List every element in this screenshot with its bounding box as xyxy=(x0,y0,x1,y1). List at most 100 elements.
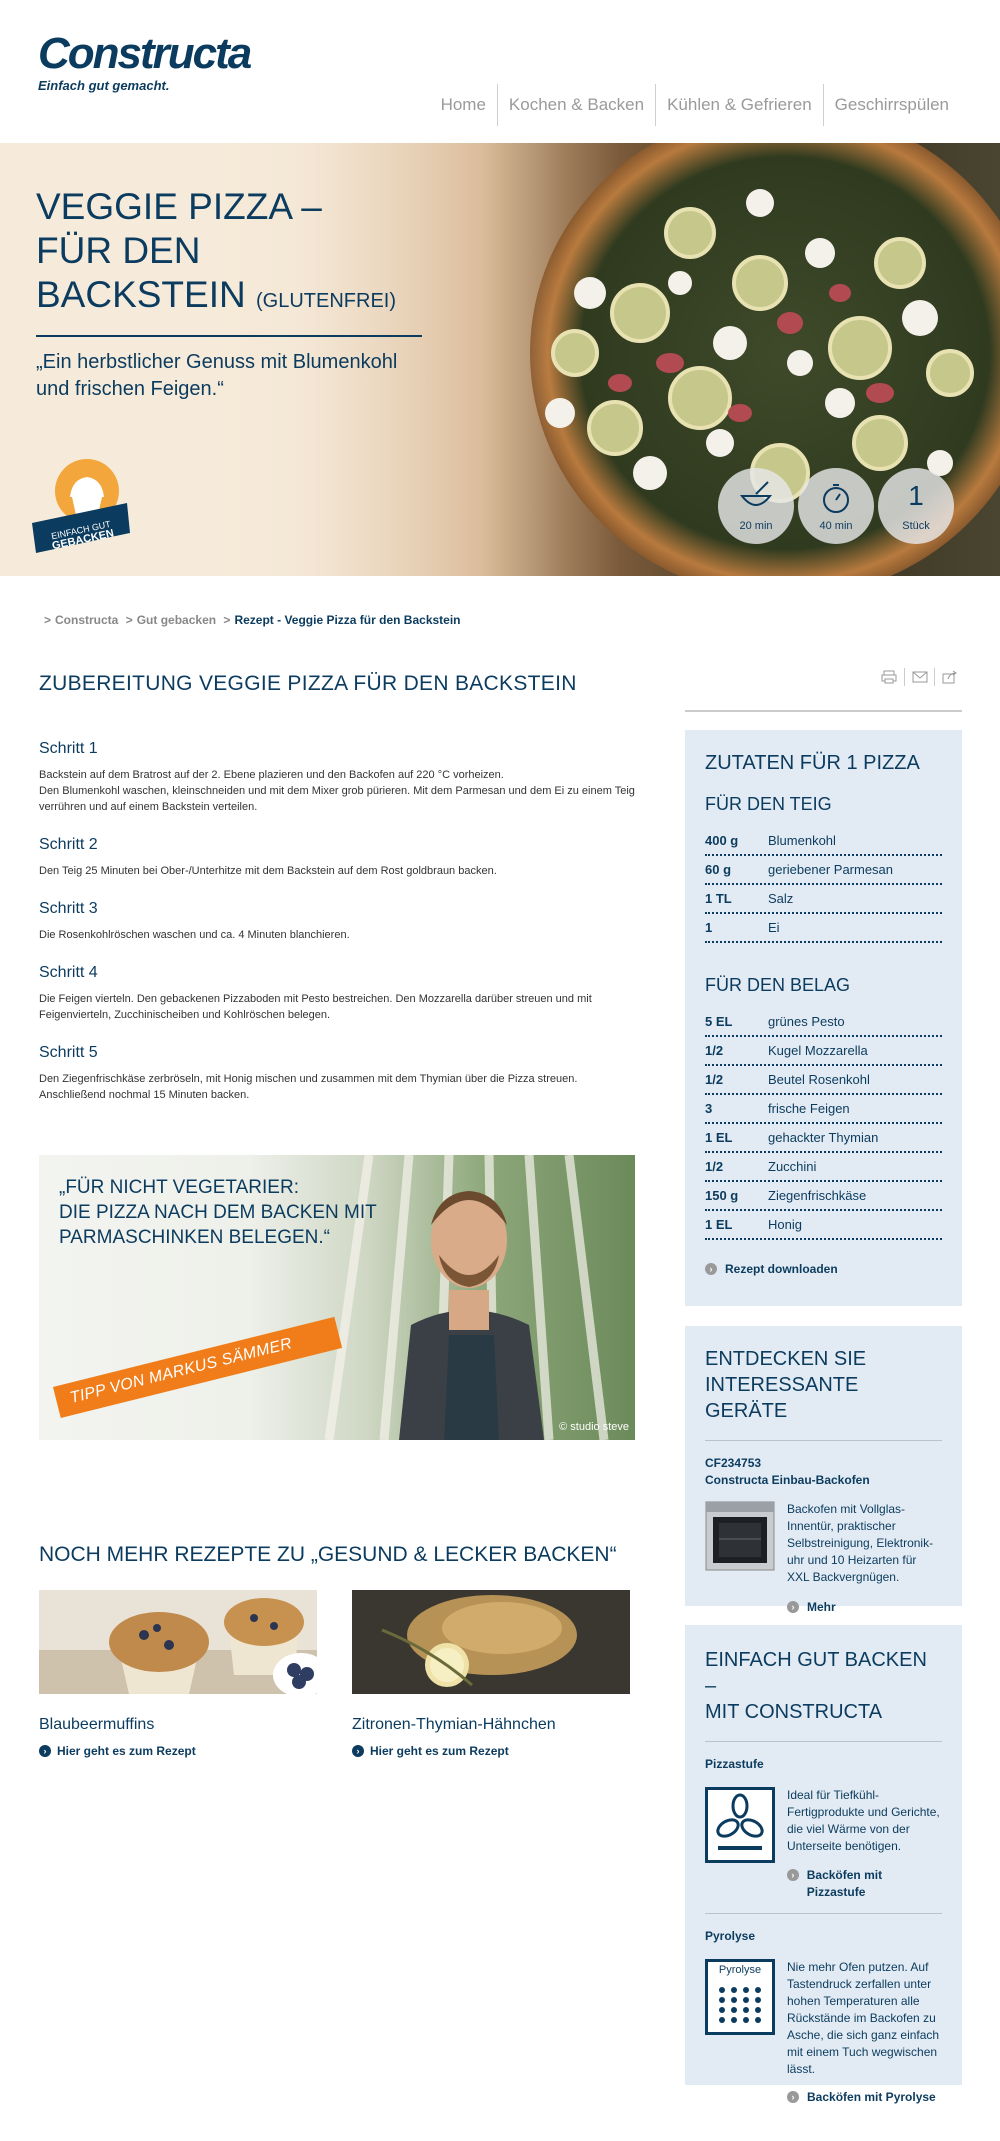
ingredient-row: 60 g geriebener Parmesan xyxy=(705,856,942,885)
ingredients-box: ZUTATEN FÜR 1 PIZZA FÜR DEN TEIG 400 g Bl… xyxy=(685,730,962,1306)
mixing-bowl-icon xyxy=(739,481,773,506)
stopwatch-icon xyxy=(823,484,849,513)
prep-time-label: 20 min xyxy=(739,520,773,532)
recipe-link-text: Hier geht es zum Rezept xyxy=(370,1744,509,1758)
logo[interactable]: Constructa Einfach gut gemacht. xyxy=(38,29,252,94)
ingredient-row: 1 EL Honig xyxy=(705,1211,942,1240)
arrow-right-icon: › xyxy=(787,1601,799,1613)
topping-title: FÜR DEN BELAG xyxy=(705,975,851,995)
step-4: Schritt 4 Die Feigen vierteln. Den gebac… xyxy=(39,964,639,1023)
tools-divider xyxy=(685,710,962,712)
download-recipe-link[interactable]: › Rezept downloaden xyxy=(705,1262,942,1276)
breadcrumb-current: Rezept - Veggie Pizza für den Backstein xyxy=(234,613,461,627)
ingredient-quantity: 1 EL xyxy=(705,1217,733,1232)
ingredient-name: gehackter Thymian xyxy=(768,1130,879,1145)
features-title-line2: MIT CONSTRUCTA xyxy=(705,1701,883,1723)
arrow-right-icon: › xyxy=(705,1263,717,1275)
prep-time-circle: 20 min xyxy=(718,468,794,544)
feature-link-text: Backöfen mit Pizzastufe xyxy=(806,1868,883,1899)
tip-quote-line2: DIE PIZZA NACH DEM BACKEN MIT xyxy=(59,1202,377,1223)
recipe-name[interactable]: Zitronen-Thymian-Hähnchen xyxy=(352,1716,630,1734)
page-tools xyxy=(864,668,964,688)
nav-geschirrspuelen[interactable]: Geschirrspülen xyxy=(822,84,960,126)
divider xyxy=(705,1440,942,1441)
ingredient-name: Zucchini xyxy=(768,1159,817,1174)
print-button[interactable] xyxy=(874,668,904,686)
logo-tagline: Einfach gut gemacht. xyxy=(38,78,170,93)
chef-tip-image: „FÜR NICHT VEGETARIER: DIE PIZZA NACH DE… xyxy=(39,1155,635,1440)
step-title: Schritt 3 xyxy=(39,900,98,917)
arrow-right-icon: › xyxy=(787,1869,799,1881)
hero-divider xyxy=(36,335,422,337)
ingredient-name: geriebener Parmesan xyxy=(768,862,894,877)
ingredient-row: 5 EL grünes Pesto xyxy=(705,1008,942,1037)
nav-home[interactable]: Home xyxy=(430,84,497,126)
feature-pyrolyse-link[interactable]: › Backöfen mit Pyrolyse xyxy=(787,2090,941,2104)
device-more-link[interactable]: › Mehr xyxy=(787,1600,941,1614)
site-header: Constructa Einfach gut gemacht. Home Koc… xyxy=(0,0,1000,143)
recipe-card-zitronen-thymian-haehnchen[interactable]: Zitronen-Thymian-Hähnchen › Hier geht es … xyxy=(352,1590,630,1758)
ingredient-quantity: 1 xyxy=(705,920,713,935)
feature-title-pizzastufe: Pizzastufe xyxy=(705,1757,764,1771)
nav-kochen-backen[interactable]: Kochen & Backen xyxy=(496,84,655,126)
step-5: Schritt 5 Den Ziegenfrischkäse zerbrösel… xyxy=(39,1044,639,1103)
devices-title: ENTDECKEN SIE INTERESSANTE GERÄTE xyxy=(705,1346,942,1424)
ingredient-name: grünes Pesto xyxy=(768,1014,845,1029)
ingredient-row: 1 TL Salz xyxy=(705,885,942,914)
chicken-image[interactable] xyxy=(352,1590,630,1694)
main-nav: Home Kochen & Backen Kühlen & Gefrieren … xyxy=(430,84,960,126)
mail-button[interactable] xyxy=(904,668,934,686)
feature-text: Ideal für Tiefkühl-Fertigprodukte und Ge… xyxy=(787,1788,940,1853)
muffin-image[interactable] xyxy=(39,1590,317,1694)
device-description: Backofen mit Vollglas-Innentür, praktisc… xyxy=(787,1501,941,1614)
hero-title-line3: BACKSTEIN (GLUTENFREI) xyxy=(36,273,436,323)
features-title-line1: EINFACH GUT BACKEN – xyxy=(705,1649,927,1697)
tip-quote-line3: PARMASCHINKEN BELEGEN.“ xyxy=(59,1227,330,1248)
einfach-gut-gebacken-badge: EINFACH GUT GEBACKEN xyxy=(32,453,132,563)
hero-title-line1: VEGGIE PIZZA – xyxy=(36,186,322,227)
ingredient-row: 400 g Blumenkohl xyxy=(705,827,942,856)
ingredient-name: Ziegenfrischkäse xyxy=(768,1188,867,1203)
device-product-name[interactable]: Constructa Einbau-Backofen xyxy=(705,1472,942,1489)
feature-pyrolyse-body: Nie mehr Ofen putzen. Auf Tastendruck ze… xyxy=(787,1959,941,2104)
step-text: Die Feigen vierteln. Den gebackenen Pizz… xyxy=(39,993,592,1021)
share-icon xyxy=(942,670,957,684)
bake-time-circle: 40 min xyxy=(798,468,874,544)
ingredient-name: Salz xyxy=(768,891,794,906)
divider xyxy=(705,1741,942,1742)
hero-title-backstein: BACKSTEIN xyxy=(36,274,246,315)
ingredient-name: frische Feigen xyxy=(768,1101,850,1116)
arrow-right-icon: › xyxy=(787,2091,799,2103)
topping-list: 5 EL grünes Pesto 1/2 Kugel Mozzarella 1/2… xyxy=(705,1008,942,1240)
breadcrumb-gut-gebacken[interactable]: Gut gebacken xyxy=(137,613,216,627)
recipe-name[interactable]: Blaubeermuffins xyxy=(39,1716,317,1734)
bake-time-label: 40 min xyxy=(819,520,853,532)
print-icon xyxy=(881,670,897,684)
divider xyxy=(705,1913,942,1914)
ingredient-name: Blumenkohl xyxy=(768,833,836,848)
servings-value: 1 xyxy=(908,480,924,511)
recipe-card-blaubeermuffins[interactable]: Blaubeermuffins › Hier geht es zum Rezept xyxy=(39,1590,317,1758)
more-recipes-title: NOCH MEHR REZEPTE ZU „GESUND & LECKER BA… xyxy=(39,1543,617,1566)
feature-pizzastufe-link[interactable]: › Backöfen mit Pizzastufe xyxy=(787,1867,941,1901)
nav-kuehlen-gefrieren[interactable]: Kühlen & Gefrieren xyxy=(655,84,823,126)
step-text: Den Teig 25 Minuten bei Ober-/Unterhitze… xyxy=(39,865,497,877)
download-recipe-text: Rezept downloaden xyxy=(725,1262,838,1276)
ingredient-name: Honig xyxy=(768,1217,802,1232)
step-title: Schritt 1 xyxy=(39,740,98,757)
ingredient-quantity: 5 EL xyxy=(705,1014,733,1029)
logo-wordmark: Constructa xyxy=(38,29,252,78)
step-text: Den Ziegenfrischkäse zerbröseln, mit Hon… xyxy=(39,1073,578,1101)
recipe-link[interactable]: › Hier geht es zum Rezept xyxy=(352,1744,630,1758)
oven-image[interactable] xyxy=(705,1501,775,1571)
share-button[interactable] xyxy=(934,668,964,686)
feature-pyrolyse: Pyrolyse Nie mehr Ofen putzen. Auf Taste… xyxy=(705,1959,942,2104)
arrow-right-icon: › xyxy=(39,1745,51,1757)
dough-list: 400 g Blumenkohl 60 g geriebener Parmesan … xyxy=(705,827,942,943)
recipe-link[interactable]: › Hier geht es zum Rezept xyxy=(39,1744,317,1758)
ingredients-title: ZUTATEN FÜR 1 PIZZA xyxy=(705,752,920,774)
mail-icon xyxy=(912,671,927,683)
ingredient-row: 1 EL gehackter Thymian xyxy=(705,1124,942,1153)
tip-quote-line1: „FÜR NICHT VEGETARIER: xyxy=(59,1177,299,1198)
breadcrumb-constructa[interactable]: Constructa xyxy=(55,613,118,627)
